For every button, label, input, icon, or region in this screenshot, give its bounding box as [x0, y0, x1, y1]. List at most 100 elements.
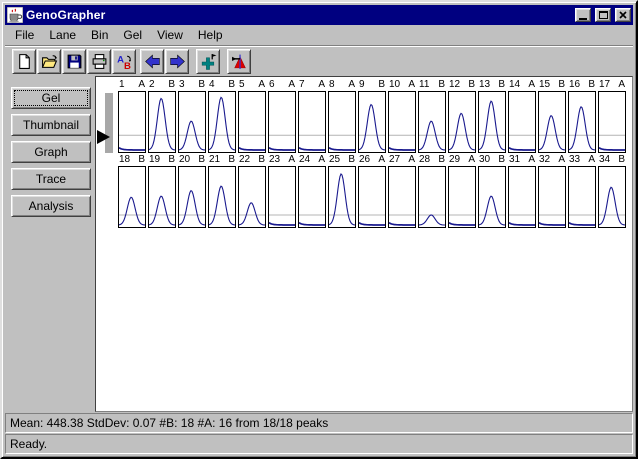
lane-thumbnail-19[interactable]: [148, 166, 176, 228]
lane-thumbnail-34[interactable]: [598, 166, 626, 228]
lane-thumbnail-7[interactable]: [298, 91, 326, 153]
previous-lane-button[interactable]: [140, 49, 164, 74]
lane-thumbnail-23[interactable]: [268, 166, 296, 228]
lane-number: 29: [449, 154, 460, 166]
lane-thumbnail-2[interactable]: [148, 91, 176, 153]
sidebar-button-trace[interactable]: Trace: [11, 168, 91, 190]
lane-thumbnail-10[interactable]: [388, 91, 416, 153]
lane-thumbnail-12[interactable]: [448, 91, 476, 153]
allele-letter: A: [348, 79, 355, 91]
lane-number: 31: [509, 154, 520, 166]
lane-thumbnail-22[interactable]: [238, 166, 266, 228]
threshold-slider-marker[interactable]: [97, 130, 110, 144]
lane-thumbnail-27[interactable]: [388, 166, 416, 228]
lane-label: 34B: [598, 154, 628, 166]
lane-number: 12: [449, 79, 460, 91]
add-bin-button[interactable]: [196, 49, 220, 74]
lane-thumbnail-20[interactable]: [178, 166, 206, 228]
lane-thumbnail-28[interactable]: [418, 166, 446, 228]
lane-label: 30B: [478, 154, 508, 166]
next-lane-button[interactable]: [165, 49, 189, 74]
toolbar: A B: [5, 45, 633, 76]
lane-label: 17A: [598, 79, 628, 91]
lane-thumbnail-4[interactable]: [208, 91, 236, 153]
threshold-slider-track[interactable]: [105, 93, 113, 153]
lane-number: 14: [509, 79, 520, 91]
lane-thumbnail-1[interactable]: [118, 91, 146, 153]
lane-thumbnail-33[interactable]: [568, 166, 596, 228]
lane-thumbnail-30[interactable]: [478, 166, 506, 228]
lane-thumbnail-15[interactable]: [538, 91, 566, 153]
menu-gel[interactable]: Gel: [117, 26, 151, 44]
allele-letter: B: [498, 154, 505, 166]
menu-view[interactable]: View: [151, 26, 192, 44]
lane-number: 3: [179, 79, 185, 91]
sidebar-button-graph[interactable]: Graph: [11, 141, 91, 163]
lane-thumbnail-26[interactable]: [358, 166, 386, 228]
allele-letter: A: [528, 154, 535, 166]
lane-number: 27: [389, 154, 400, 166]
lane-thumbnail-13[interactable]: [478, 91, 506, 153]
allele-letter: A: [288, 154, 295, 166]
allele-letter: A: [318, 79, 325, 91]
lane-thumbnail-5[interactable]: [238, 91, 266, 153]
lane-thumbnail-32[interactable]: [538, 166, 566, 228]
menu-bar: File Lane Bin Gel View Help: [5, 25, 633, 45]
lane-label: 2B: [148, 79, 178, 91]
lane-thumbnail-11[interactable]: [418, 91, 446, 153]
lane-label: 23A: [268, 154, 298, 166]
ab-toggle-icon: A B: [116, 53, 133, 70]
add-bin-icon: [200, 53, 217, 70]
allele-letter: A: [588, 154, 595, 166]
allele-letter: B: [228, 79, 235, 91]
lane-thumbnail-17[interactable]: [598, 91, 626, 153]
lane-thumbnail-24[interactable]: [298, 166, 326, 228]
lane-number: 26: [359, 154, 370, 166]
save-icon: [66, 53, 83, 70]
lane-number: 32: [539, 154, 550, 166]
lane-label: 13B: [478, 79, 508, 91]
allele-letter: A: [258, 79, 265, 91]
allele-letter: B: [588, 79, 595, 91]
open-button[interactable]: [37, 49, 61, 74]
sidebar-button-analysis[interactable]: Analysis: [11, 195, 91, 217]
menu-file[interactable]: File: [9, 26, 43, 44]
sidebar-button-gel[interactable]: Gel: [11, 87, 91, 109]
lane-thumbnail-16[interactable]: [568, 91, 596, 153]
lane-thumbnail-8[interactable]: [328, 91, 356, 153]
lane-thumbnail-31[interactable]: [508, 166, 536, 228]
lane-thumbnail-25[interactable]: [328, 166, 356, 228]
lane-thumbnail-9[interactable]: [358, 91, 386, 153]
toggle-ab-button[interactable]: A B: [112, 49, 136, 74]
new-button[interactable]: [12, 49, 36, 74]
lane-thumbnail-14[interactable]: [508, 91, 536, 153]
arrow-right-icon: [169, 53, 186, 70]
goto-peak-button[interactable]: [227, 49, 251, 74]
lane-thumbnail-3[interactable]: [178, 91, 206, 153]
lane-thumbnail-29[interactable]: [448, 166, 476, 228]
lane-thumbnail-21[interactable]: [208, 166, 236, 228]
lane-number: 28: [419, 154, 430, 166]
lane-label: 22B: [238, 154, 268, 166]
lane-label: 5A: [238, 79, 268, 91]
lane-label: 7A: [298, 79, 328, 91]
menu-lane[interactable]: Lane: [43, 26, 85, 44]
lane-thumbnail-6[interactable]: [268, 91, 296, 153]
lane-number: 13: [479, 79, 490, 91]
lane-thumbnail-18[interactable]: [118, 166, 146, 228]
minimize-button[interactable]: [575, 8, 591, 22]
lane-label: 14A: [508, 79, 538, 91]
sidebar-button-thumbnail[interactable]: Thumbnail: [11, 114, 91, 136]
allele-letter: A: [138, 79, 145, 91]
close-button[interactable]: [615, 8, 631, 22]
menu-bin[interactable]: Bin: [85, 26, 117, 44]
lane-number: 17: [599, 79, 610, 91]
menu-help[interactable]: Help: [192, 26, 232, 44]
allele-letter: B: [168, 79, 175, 91]
save-button[interactable]: [62, 49, 86, 74]
maximize-icon: [599, 11, 608, 19]
print-button[interactable]: [87, 49, 111, 74]
lane-label: 33A: [568, 154, 598, 166]
open-folder-icon: [41, 53, 58, 70]
maximize-button[interactable]: [595, 8, 611, 22]
